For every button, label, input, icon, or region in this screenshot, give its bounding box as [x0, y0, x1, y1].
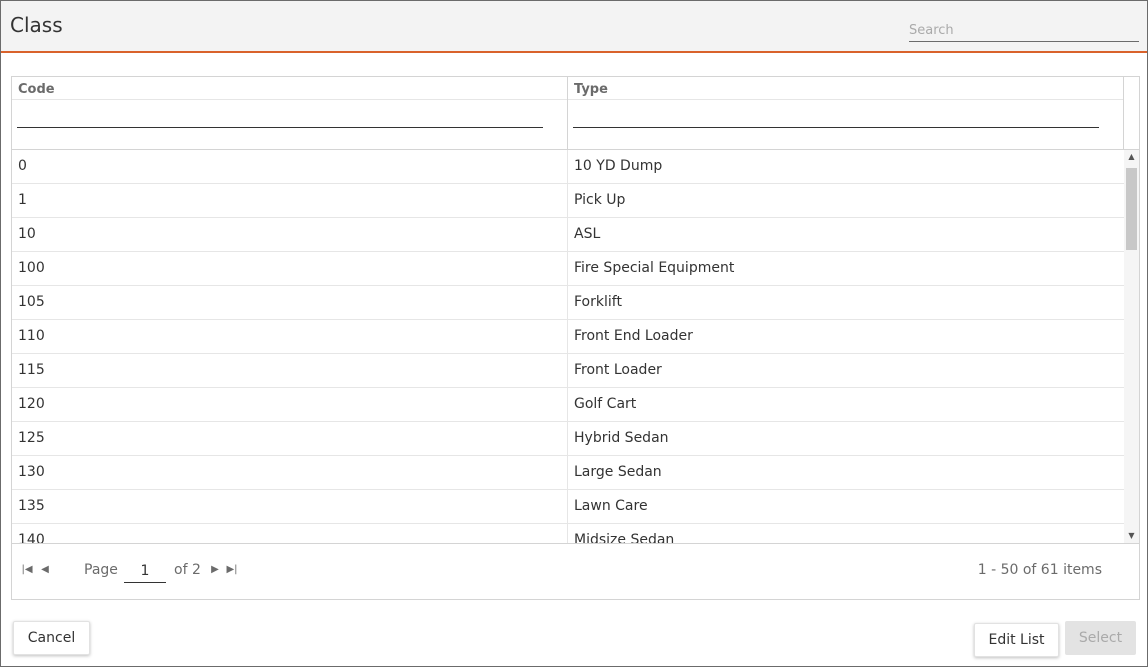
code-cell: 0 — [12, 150, 568, 183]
grid-header: Code Type — [12, 77, 1139, 150]
code-cell: 1 — [12, 184, 568, 217]
type-cell: ASL — [574, 226, 601, 242]
type-cell: Large Sedan — [574, 464, 662, 480]
table-row[interactable]: 130 Large Sedan — [12, 456, 1124, 490]
table-row[interactable]: 105 Forklift — [12, 286, 1124, 320]
code-filter-input[interactable] — [17, 107, 543, 128]
code-cell: 125 — [12, 422, 568, 455]
header-divider — [12, 99, 567, 100]
code-cell: 105 — [12, 286, 568, 319]
type-cell: Midsize Sedan — [574, 532, 675, 543]
search-input[interactable] — [909, 19, 1139, 42]
code-cell: 140 — [12, 524, 568, 543]
type-cell: Lawn Care — [574, 498, 648, 514]
type-cell: Fire Special Equipment — [574, 260, 735, 276]
items-count-label: 1 - 50 of 61 items — [977, 562, 1102, 578]
code-cell: 120 — [12, 388, 568, 421]
grid-scrollbar[interactable]: ▲ ▼ — [1124, 150, 1139, 543]
table-row[interactable]: 120 Golf Cart — [12, 388, 1124, 422]
next-page-icon[interactable]: ▶ — [208, 564, 222, 575]
type-cell: Pick Up — [574, 192, 626, 208]
dialog-title: Class — [10, 13, 63, 37]
column-header-type[interactable]: Type — [568, 77, 1124, 149]
code-cell: 10 — [12, 218, 568, 251]
edit-list-button[interactable]: Edit List — [974, 623, 1059, 657]
page-count-label: of 2 — [174, 562, 201, 578]
type-cell: Front End Loader — [574, 328, 693, 344]
code-cell: 100 — [12, 252, 568, 285]
previous-page-icon[interactable]: ◀ — [38, 564, 52, 575]
table-row[interactable]: 1 Pick Up — [12, 184, 1124, 218]
grid-pager: |◀ ◀ Page of 2 ▶ ▶| 1 - 50 of 61 items — [12, 543, 1139, 600]
last-page-icon[interactable]: ▶| — [225, 564, 239, 575]
table-row[interactable]: 100 Fire Special Equipment — [12, 252, 1124, 286]
type-cell: 10 YD Dump — [574, 158, 663, 174]
table-row[interactable]: 115 Front Loader — [12, 354, 1124, 388]
column-header-code-label: Code — [18, 82, 55, 97]
table-row[interactable]: 140 Midsize Sedan — [12, 524, 1124, 543]
code-cell: 110 — [12, 320, 568, 353]
type-cell: Front Loader — [574, 362, 662, 378]
page-number-input[interactable] — [124, 560, 166, 583]
class-grid: Code Type 0 10 YD Dump 1 Pick Up 10 ASL 100… — [11, 76, 1140, 600]
type-cell: Hybrid Sedan — [574, 430, 669, 446]
scroll-up-arrow-icon[interactable]: ▲ — [1124, 150, 1139, 164]
scroll-thumb[interactable] — [1126, 168, 1137, 250]
type-cell: Forklift — [574, 294, 622, 310]
header-divider — [568, 99, 1123, 100]
code-cell: 135 — [12, 490, 568, 523]
table-row[interactable]: 135 Lawn Care — [12, 490, 1124, 524]
first-page-icon[interactable]: |◀ — [20, 564, 34, 575]
table-row[interactable]: 10 ASL — [12, 218, 1124, 252]
scroll-down-arrow-icon[interactable]: ▼ — [1124, 529, 1139, 543]
class-dialog: Class Code Type 0 10 YD Dump 1 Pick Up 10 A… — [0, 0, 1148, 667]
column-header-code[interactable]: Code — [12, 77, 568, 149]
type-filter-input[interactable] — [573, 107, 1099, 128]
code-cell: 115 — [12, 354, 568, 387]
code-cell: 130 — [12, 456, 568, 489]
grid-body: 0 10 YD Dump 1 Pick Up 10 ASL 100 Fire Speci… — [12, 150, 1124, 543]
page-label: Page — [84, 562, 118, 578]
dialog-header: Class — [1, 1, 1147, 53]
cancel-button[interactable]: Cancel — [13, 621, 90, 655]
table-row[interactable]: 0 10 YD Dump — [12, 150, 1124, 184]
table-row[interactable]: 110 Front End Loader — [12, 320, 1124, 354]
select-button[interactable]: Select — [1065, 621, 1136, 655]
column-header-type-label: Type — [574, 82, 608, 97]
table-row[interactable]: 125 Hybrid Sedan — [12, 422, 1124, 456]
type-cell: Golf Cart — [574, 396, 637, 412]
